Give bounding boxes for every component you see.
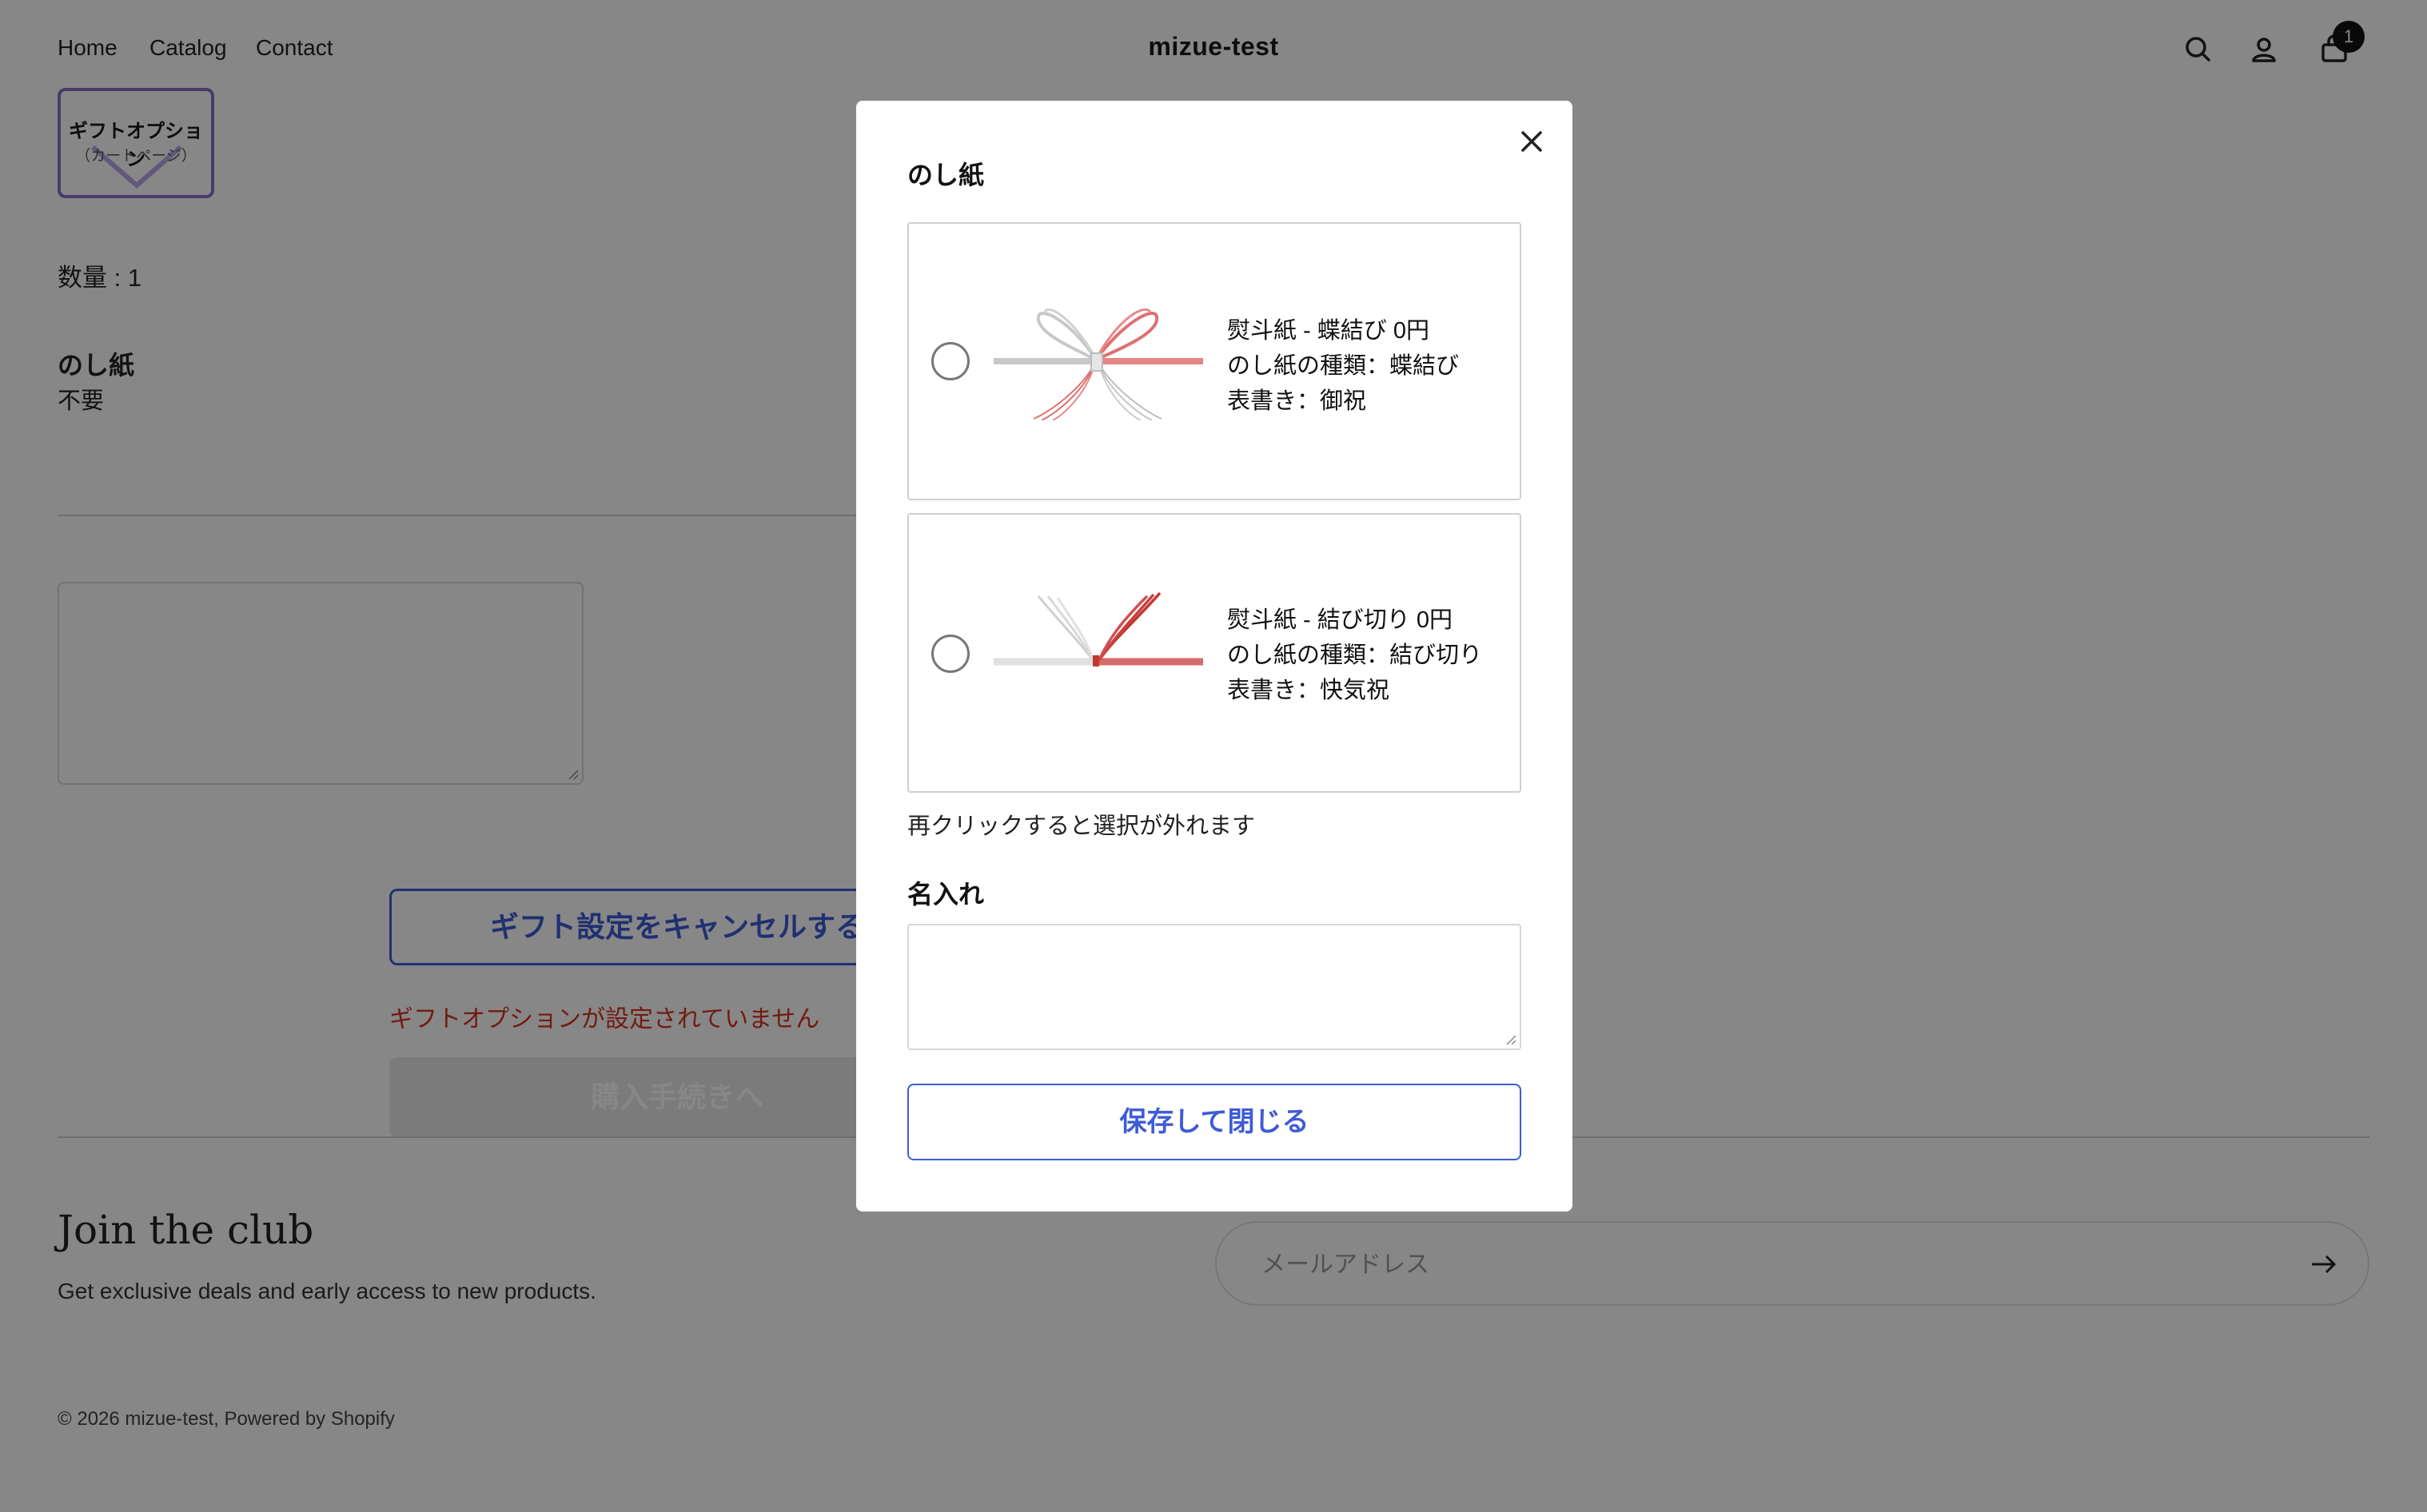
option-title: 熨斗紙 - 結び切り 0円 [1227, 607, 1453, 633]
modal-heading: のし紙 [907, 161, 985, 189]
option-type: のし紙の種類：蝶結び [1227, 353, 1460, 379]
tied-knot-icon [994, 591, 1203, 666]
name-input-textarea[interactable] [907, 924, 1521, 1050]
option-title: 熨斗紙 - 蝶結び 0円 [1227, 318, 1429, 344]
resize-grip-icon[interactable] [1504, 1033, 1516, 1045]
noshi-option-musubikiri[interactable]: 熨斗紙 - 結び切り 0円 のし紙の種類：結び切り 表書き：快気祝 [907, 513, 1521, 793]
deselect-hint: 再クリックすると選択が外れます [907, 814, 1256, 839]
close-icon[interactable] [1512, 121, 1552, 161]
option-type: のし紙の種類：結び切り [1227, 643, 1483, 668]
noshi-modal: のし紙 熨斗紙 - 蝶結び 0円 のし紙の種類：蝶結び 表書き：御祝 熨斗紙 -… [856, 101, 1572, 1212]
option-description: 熨斗紙 - 結び切り 0円 のし紙の種類：結び切り 表書き：快気祝 [1227, 603, 1482, 708]
save-close-button[interactable]: 保存して閉じる [907, 1084, 1521, 1160]
option-omotegaki: 表書き：快気祝 [1227, 678, 1390, 703]
radio-button[interactable] [931, 635, 970, 673]
option-omotegaki: 表書き：御祝 [1227, 388, 1367, 414]
noshi-option-chouzusubi[interactable]: 熨斗紙 - 蝶結び 0円 のし紙の種類：蝶結び 表書き：御祝 [907, 222, 1521, 500]
option-description: 熨斗紙 - 蝶結び 0円 のし紙の種類：蝶結び 表書き：御祝 [1227, 313, 1459, 419]
radio-button[interactable] [931, 342, 970, 380]
name-heading: 名入れ [907, 880, 985, 909]
bow-knot-icon [994, 308, 1203, 420]
